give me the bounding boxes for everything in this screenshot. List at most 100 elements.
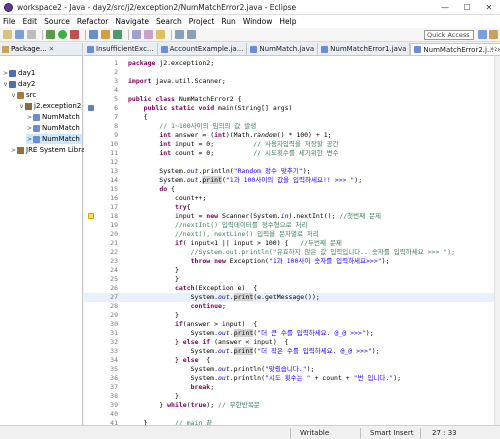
code-line[interactable]: 4 [84, 86, 494, 95]
code-line[interactable]: 16 count++; [84, 194, 494, 203]
code-line[interactable]: 32 } else if (answer < input) { [84, 338, 494, 347]
quick-access-input[interactable]: Quick Access [424, 30, 474, 40]
search-icon[interactable] [144, 30, 153, 39]
code-line[interactable]: 34 } else { [84, 356, 494, 365]
expand-icon[interactable]: v [10, 92, 17, 99]
code-line[interactable]: 33 System.out.print("더 작은 수를 입력하세요. @_@ … [84, 347, 494, 356]
code-editor[interactable]: 1 package j2.exception2; 2 3 import java.uti… [84, 56, 500, 436]
code-line[interactable]: 11 int count = 0; // 시도횟수를 세기위한 변수 [84, 149, 494, 158]
back-icon[interactable] [175, 30, 184, 39]
new-java-project-icon[interactable] [89, 30, 98, 39]
menu-edit[interactable]: Edit [23, 17, 38, 26]
code-line[interactable]: 3 import java.util.Scanner; [84, 77, 494, 86]
tab-num-match[interactable]: NumMatch.java [247, 43, 319, 55]
close-tab-icon[interactable]: ✕ [497, 46, 500, 54]
code-line[interactable]: 40 [84, 410, 494, 419]
minimize-button[interactable]: — [434, 0, 456, 15]
open-type-icon[interactable] [132, 30, 141, 39]
new-class-icon[interactable] [113, 30, 122, 39]
code-line[interactable]: 12 [84, 158, 494, 167]
tree-item-java-file-selected[interactable]: > NumMatch [26, 134, 82, 144]
run-icon[interactable] [58, 30, 67, 39]
code-line[interactable]: 8 // 1~100사이의 임의의 값 발생 [84, 122, 494, 131]
code-line[interactable]: 1 package j2.exception2; [84, 59, 494, 68]
close-window-button[interactable]: ✕ [478, 0, 500, 15]
code-line[interactable]: 31 System.out.print("더 큰 수를 입력하세요. @_@ >… [84, 329, 494, 338]
open-perspective-icon[interactable] [478, 30, 487, 39]
collapse-icon[interactable]: > [10, 147, 17, 154]
collapse-icon[interactable]: > [2, 70, 9, 77]
code-line[interactable]: 9 int answer = (int)(Math.random() * 100… [84, 131, 494, 140]
code-line[interactable]: 15 do { [84, 185, 494, 194]
code-line[interactable]: 25 } [84, 275, 494, 284]
tree-item-java-file[interactable]: > NumMatch [26, 123, 80, 133]
menu-navigate[interactable]: Navigate [115, 17, 149, 26]
warning-marker-icon[interactable] [88, 213, 94, 219]
collapse-icon[interactable]: > [26, 114, 33, 121]
expand-icon[interactable]: v [2, 81, 9, 88]
collapse-icon[interactable]: > [26, 136, 33, 143]
code-line[interactable]: 22 //System.out.println("유효하지 않은 값 입력입니다… [84, 248, 494, 257]
tree-item-day1[interactable]: > day1 [2, 68, 35, 78]
tree-item-package[interactable]: v j2.exception2 [18, 101, 82, 111]
code-line[interactable]: 29 } [84, 311, 494, 320]
code-line[interactable]: 10 int input = 0; // 사용자입력을 저장할 공간 [84, 140, 494, 149]
code-line[interactable]: 7 { [84, 113, 494, 122]
code-line[interactable]: 30 if(answer > input) { [84, 320, 494, 329]
collapse-icon[interactable]: > [26, 125, 33, 132]
menu-search[interactable]: Search [156, 17, 182, 26]
save-icon[interactable] [15, 30, 24, 39]
forward-icon[interactable] [187, 30, 196, 39]
code-line[interactable]: 19 //nextInt() 입력데이터를 정수형으로 처리 [84, 221, 494, 230]
tree-item-src[interactable]: v src [10, 90, 37, 100]
code-line[interactable]: 36 System.out.println("시도 횟수는 " + count … [84, 374, 494, 383]
annotation-icon[interactable] [156, 30, 165, 39]
code-line[interactable]: 17 try{ [84, 203, 494, 212]
code-line[interactable]: 35 System.out.println("맞췄습니다."); [84, 365, 494, 374]
code-line[interactable]: 26 catch(Exception e) { [84, 284, 494, 293]
code-line[interactable]: 14 System.out.print("1과 100사이의 값을 입력하세요!… [84, 176, 494, 185]
code-token: new [214, 257, 226, 265]
close-icon[interactable]: ✕ [49, 45, 54, 53]
maximize-button[interactable]: ☐ [456, 0, 478, 15]
tab-num-match-error1[interactable]: NumMatchError1.java [318, 43, 411, 55]
tab-insufficient-exception[interactable]: InsufficientExc... [84, 43, 158, 55]
menu-help[interactable]: Help [279, 17, 296, 26]
tab-num-match-error2[interactable]: NumMatchError2.j... ✕ [410, 43, 500, 55]
code-line[interactable]: 2 [84, 68, 494, 77]
expand-icon[interactable]: v [18, 103, 25, 110]
code-line[interactable]: 28 continue; [84, 302, 494, 311]
tab-overflow-button[interactable]: »₂ [490, 45, 497, 53]
menu-project[interactable]: Project [189, 17, 215, 26]
code-line[interactable]: 27 System.out.print(e.getMessage()); [84, 293, 494, 302]
code-line[interactable]: 6 public static void main(String[] args) [84, 104, 494, 113]
package-explorer-tab[interactable]: Package... ✕ [0, 43, 82, 56]
tree-item-jre-library[interactable]: > JRE System Libra [10, 145, 85, 155]
code-line[interactable]: 21 if( input<1 || input > 100) { //두번째 문… [84, 239, 494, 248]
code-line[interactable]: 18 input = new Scanner(System.in).nextIn… [84, 212, 494, 221]
menu-run[interactable]: Run [221, 17, 235, 26]
debug-icon[interactable] [46, 30, 55, 39]
menu-file[interactable]: File [3, 17, 16, 26]
new-icon[interactable] [3, 30, 12, 39]
code-line[interactable]: 5 public class NumMatchError2 { [84, 95, 494, 104]
menu-refactor[interactable]: Refactor [77, 17, 108, 26]
tree-item-day2[interactable]: v day2 [2, 79, 36, 89]
java-perspective-icon[interactable] [489, 30, 498, 39]
print-icon[interactable] [27, 30, 36, 39]
menu-source[interactable]: Source [44, 17, 70, 26]
menu-window[interactable]: Window [243, 17, 273, 26]
overview-ruler[interactable] [494, 56, 500, 425]
override-marker-icon[interactable] [88, 105, 94, 111]
external-tools-icon[interactable] [70, 30, 79, 39]
code-line[interactable]: 38 } [84, 392, 494, 401]
code-line[interactable]: 37 break; [84, 383, 494, 392]
tree-item-java-file[interactable]: > NumMatch [26, 112, 80, 122]
code-line[interactable]: 24 } [84, 266, 494, 275]
new-package-icon[interactable] [101, 30, 110, 39]
code-line[interactable]: 20 //next(), nextLine() 입력을 문자열로 처리 [84, 230, 494, 239]
code-line[interactable]: 23 throw new Exception("1과 100사이 숫자를 입력하… [84, 257, 494, 266]
tab-account-example[interactable]: AccountExample.ja... [158, 43, 248, 55]
code-line[interactable]: 39 } while(true); // 무한반복문 [84, 401, 494, 410]
code-line[interactable]: 13 System.out.println("Random 정수 맞추기"); [84, 167, 494, 176]
